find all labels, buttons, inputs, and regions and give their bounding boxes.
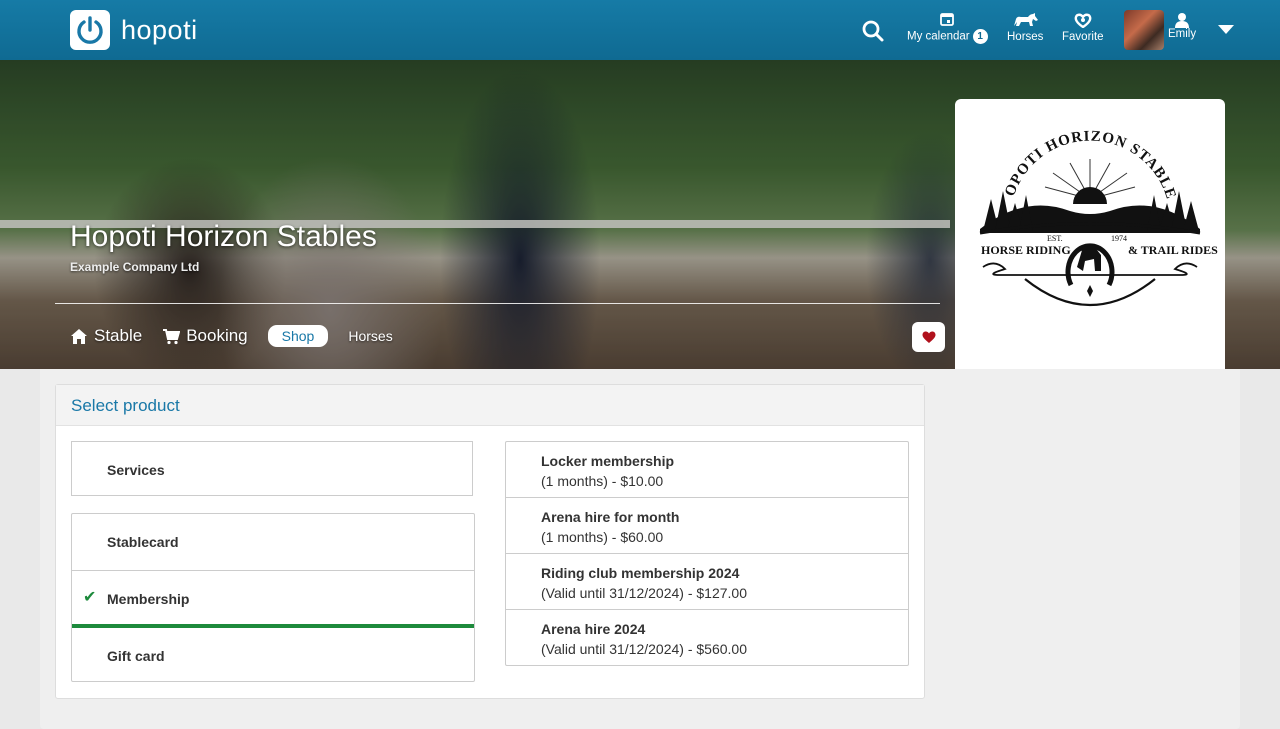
home-icon bbox=[71, 328, 87, 344]
horseshoe-heart-icon bbox=[1074, 13, 1092, 28]
calendar-count-badge: 1 bbox=[972, 29, 988, 44]
product-detail: (1 months) - $60.00 bbox=[541, 529, 664, 545]
product-detail: (Valid until 31/12/2024) - $127.00 bbox=[541, 585, 747, 601]
logo-left-text: HORSE RIDING bbox=[981, 243, 1071, 257]
category-stablecard-label: Stablecard bbox=[107, 534, 179, 550]
user-icon bbox=[1175, 13, 1190, 28]
user-name: Emily bbox=[1168, 28, 1197, 40]
tab-booking[interactable]: Booking bbox=[162, 326, 248, 346]
top-navigation-bar: hopoti My calendar 1 Horses Favorite Emil bbox=[0, 0, 1280, 60]
logo-est: EST. bbox=[1047, 234, 1063, 243]
user-avatar[interactable] bbox=[1124, 10, 1164, 50]
product-item[interactable]: Riding club membership 2024 (Valid until… bbox=[506, 554, 908, 610]
svg-text:HOPOTI HORIZON STABLES: HOPOTI HORIZON STABLES bbox=[955, 99, 1179, 202]
category-group: Stablecard ✔ Membership Gift card bbox=[71, 513, 475, 682]
company-name: Example Company Ltd bbox=[70, 260, 200, 274]
stable-tabs: Stable Booking Shop Horses bbox=[70, 325, 413, 347]
favorite-stable-button[interactable] bbox=[912, 322, 945, 352]
product-name: Arena hire 2024 bbox=[541, 621, 646, 637]
favorite-nav-label: Favorite bbox=[1062, 31, 1104, 43]
tab-stable[interactable]: Stable bbox=[70, 326, 142, 346]
my-calendar-label: My calendar bbox=[907, 30, 970, 43]
product-item[interactable]: Arena hire for month (1 months) - $60.00 bbox=[506, 498, 908, 554]
hopoti-logo[interactable]: hopoti bbox=[70, 10, 198, 50]
product-item[interactable]: Arena hire 2024 (Valid until 31/12/2024)… bbox=[506, 610, 908, 665]
horses-nav-button[interactable]: Horses bbox=[1007, 12, 1043, 43]
tab-stable-label: Stable bbox=[94, 326, 143, 345]
horse-icon bbox=[1014, 13, 1039, 26]
stable-name: Hopoti Horizon Stables bbox=[70, 220, 377, 253]
calendar-icon bbox=[940, 13, 955, 26]
category-giftcard[interactable]: Gift card bbox=[72, 628, 474, 684]
heart-icon bbox=[922, 331, 935, 343]
search-icon[interactable] bbox=[860, 18, 886, 44]
product-detail: (Valid until 31/12/2024) - $560.00 bbox=[541, 641, 747, 657]
favorite-nav-button[interactable]: Favorite bbox=[1062, 12, 1104, 43]
checkmark-icon: ✔ bbox=[83, 589, 97, 606]
my-calendar-button[interactable]: My calendar 1 bbox=[907, 12, 988, 44]
product-name: Arena hire for month bbox=[541, 509, 680, 525]
hero-divider bbox=[55, 303, 940, 304]
product-name: Locker membership bbox=[541, 453, 675, 469]
category-giftcard-label: Gift card bbox=[107, 648, 165, 664]
category-stablecard[interactable]: Stablecard bbox=[72, 514, 474, 571]
horses-nav-label: Horses bbox=[1007, 31, 1044, 43]
panel-title: Select product bbox=[56, 385, 924, 426]
select-product-panel: Select product Services Stablecard ✔ Mem… bbox=[55, 384, 925, 699]
tab-shop[interactable]: Shop bbox=[267, 325, 329, 347]
logo-year: 1974 bbox=[1111, 234, 1127, 243]
category-membership-label: Membership bbox=[107, 591, 190, 607]
logo-right-text: & TRAIL RIDES bbox=[1128, 243, 1218, 257]
stable-logo-card: HOPOTI HORIZON STABLES EST bbox=[949, 87, 1225, 369]
logo-arc-text: HOPOTI HORIZON STABLES bbox=[949, 87, 1178, 202]
category-services[interactable]: Services bbox=[71, 441, 473, 496]
product-detail: (1 months) - $10.00 bbox=[541, 473, 664, 489]
stable-logo: HOPOTI HORIZON STABLES EST bbox=[949, 87, 1218, 306]
power-logo-icon bbox=[70, 10, 110, 50]
chevron-down-icon[interactable] bbox=[1218, 25, 1234, 34]
user-menu[interactable]: Emily bbox=[1168, 12, 1196, 40]
app-name: hopoti bbox=[121, 14, 198, 45]
category-membership[interactable]: ✔ Membership bbox=[72, 571, 474, 628]
product-list: Locker membership (1 months) - $10.00 Ar… bbox=[505, 441, 909, 666]
product-item[interactable]: Locker membership (1 months) - $10.00 bbox=[506, 442, 908, 498]
category-services-label: Services bbox=[107, 462, 165, 478]
tab-booking-label: Booking bbox=[186, 326, 248, 345]
product-name: Riding club membership 2024 bbox=[541, 565, 740, 581]
tab-horses[interactable]: Horses bbox=[348, 328, 392, 344]
cart-icon bbox=[163, 328, 181, 344]
